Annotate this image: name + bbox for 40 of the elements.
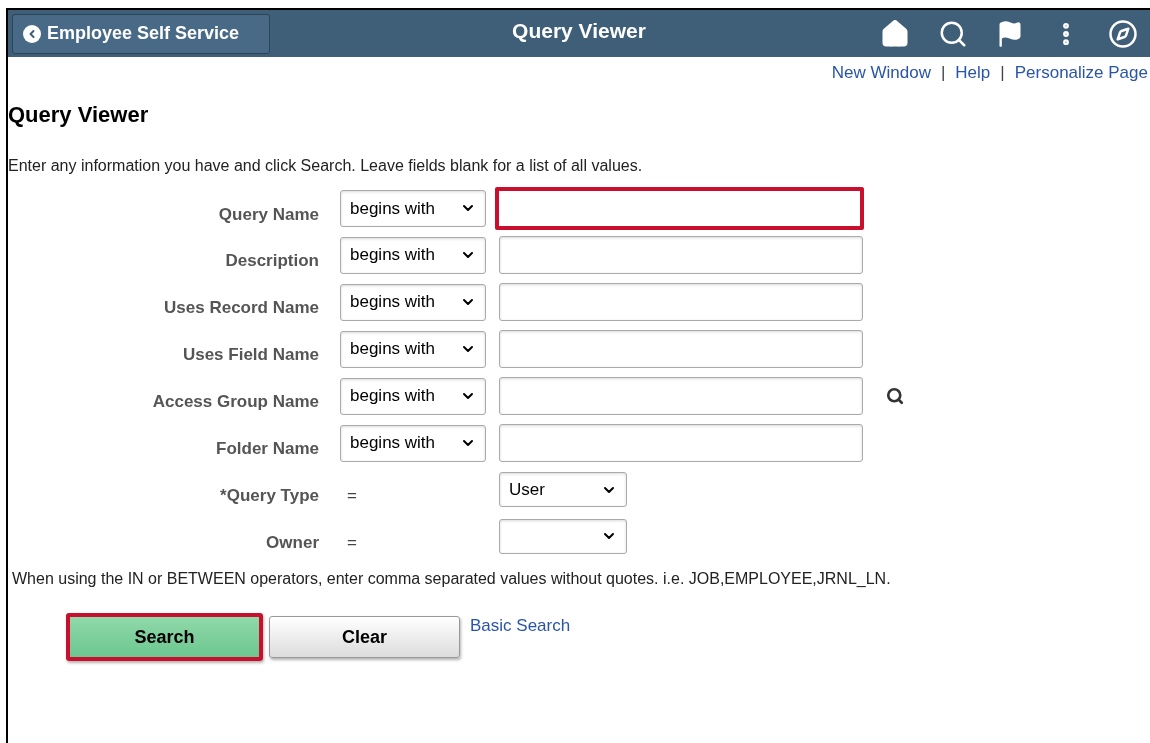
back-button[interactable]: Employee Self Service (12, 13, 270, 54)
lookup-search-icon[interactable] (886, 387, 904, 405)
page-header-title: Query Viewer (512, 18, 646, 44)
equals-sign: = (347, 485, 358, 507)
field-label: Owner (265, 531, 319, 554)
operator-select[interactable]: begins with (340, 424, 486, 462)
operator-select[interactable]: begins with (340, 283, 486, 321)
field-label: Uses Field Name (181, 344, 319, 367)
operator-select[interactable]: begins with (340, 189, 486, 227)
field-label: Description (224, 250, 319, 273)
header-link[interactable]: Help (955, 60, 991, 86)
home-icon[interactable] (880, 18, 910, 49)
operator-select[interactable]: begins with (340, 236, 486, 274)
text-input-field[interactable] (495, 186, 864, 230)
field-label: Query Name (217, 203, 319, 226)
search-button[interactable]: Search (66, 613, 263, 661)
text-input-field[interactable] (499, 236, 863, 274)
clear-button[interactable]: Clear (269, 616, 460, 658)
field-label: Access Group Name (151, 391, 319, 414)
operator-select[interactable]: begins with (340, 330, 486, 368)
text-input-field[interactable] (499, 330, 863, 368)
field-label: Folder Name (215, 438, 319, 461)
compass-icon[interactable] (1108, 18, 1138, 49)
link-separator: | (940, 62, 946, 84)
field-label: Uses Record Name (163, 297, 319, 320)
back-chevron-icon (23, 24, 41, 43)
equals-sign: = (347, 531, 358, 554)
header-link[interactable]: Personalize Page (1014, 60, 1148, 86)
page-title: Query Viewer (8, 100, 150, 129)
instructions-text: Enter any information you have and click Search. Leave fields blank for a list of all values. (8, 155, 644, 176)
text-input-field[interactable] (499, 424, 863, 462)
field-label: *Query Type (219, 485, 319, 507)
operators-note: When using the IN or BETWEEN operators, enter comma separated values without quotes. i.e. JOB,EMPLOYEE,JRNL_LN. (12, 569, 892, 589)
basic-search-link[interactable]: Basic Search (470, 613, 571, 639)
text-input-field[interactable] (499, 283, 863, 321)
header-link[interactable]: New Window (831, 60, 931, 86)
text-input-field[interactable] (499, 377, 863, 415)
operator-select[interactable]: begins with (340, 377, 486, 415)
link-separator: | (1000, 62, 1005, 84)
value-select[interactable]: User (499, 472, 627, 508)
